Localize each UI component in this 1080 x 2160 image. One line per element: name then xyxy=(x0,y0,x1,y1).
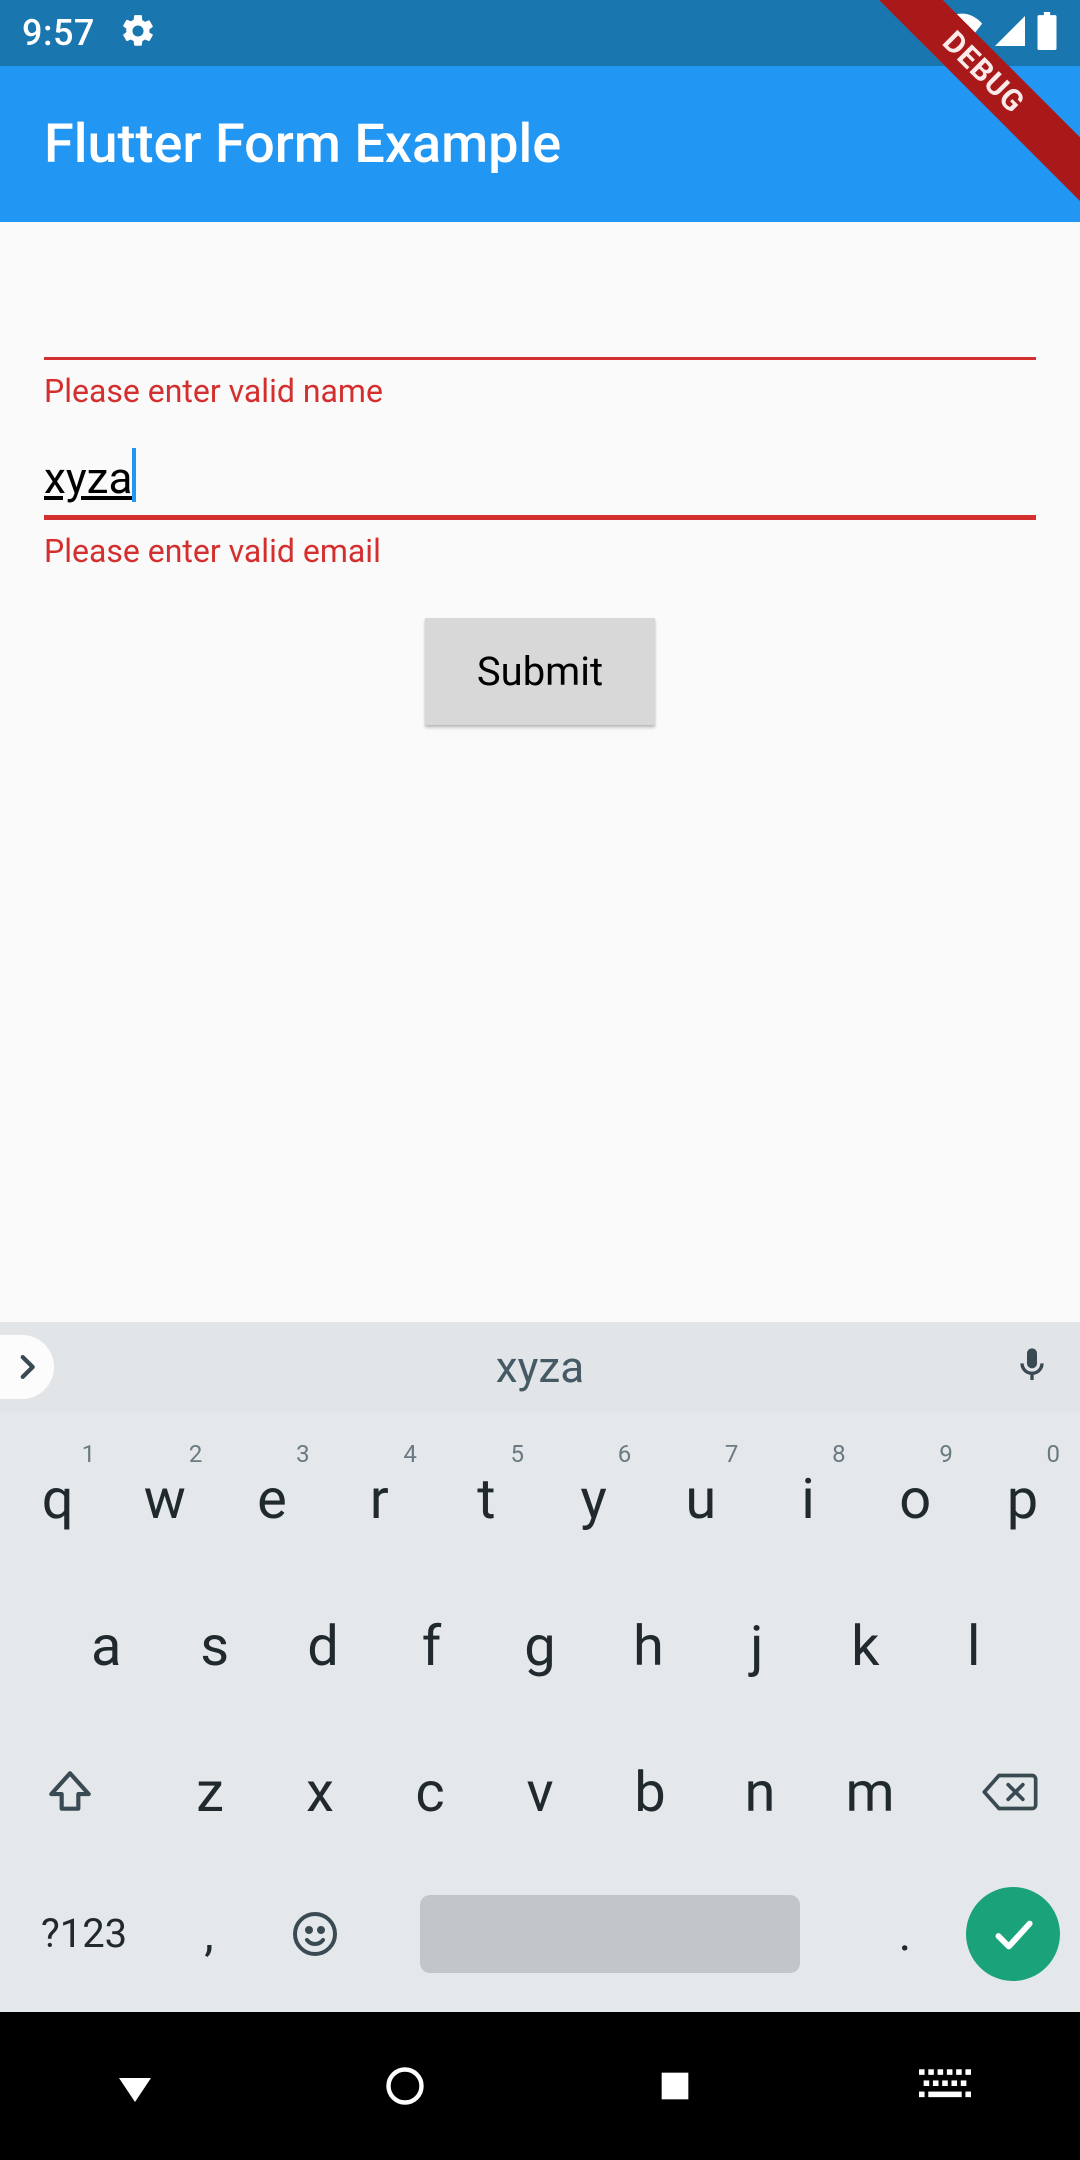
name-field[interactable] xyxy=(44,250,1036,360)
key-u[interactable]: u7 xyxy=(647,1438,754,1560)
app-bar: Flutter Form Example xyxy=(0,66,1080,222)
keyboard-expand-button[interactable] xyxy=(0,1335,54,1399)
key-f[interactable]: f xyxy=(377,1585,485,1707)
key-j[interactable]: j xyxy=(703,1585,811,1707)
android-nav-bar xyxy=(0,2012,1080,2160)
email-field-wrap: xyza Please enter valid email xyxy=(44,410,1036,570)
key-k[interactable]: k xyxy=(811,1585,919,1707)
nav-home-button[interactable] xyxy=(369,2050,441,2122)
form-content: Please enter valid name xyza Please ente… xyxy=(0,222,1080,1322)
key-t[interactable]: t5 xyxy=(433,1438,540,1560)
battery-icon xyxy=(1036,12,1058,54)
backspace-key[interactable] xyxy=(946,1731,1074,1853)
nav-keyboard-switch-button[interactable] xyxy=(909,2050,981,2122)
keyboard-row-3: zxcvbnm xyxy=(4,1731,1076,1853)
email-field[interactable]: xyza xyxy=(44,410,1036,520)
key-g[interactable]: g xyxy=(486,1585,594,1707)
name-underline xyxy=(44,357,1036,360)
comma-key[interactable]: , xyxy=(164,1878,254,1990)
cellular-icon xyxy=(992,13,1028,53)
symbols-key[interactable]: ?123 xyxy=(20,1878,148,1990)
key-z[interactable]: z xyxy=(156,1731,264,1853)
key-b[interactable]: b xyxy=(596,1731,704,1853)
settings-icon xyxy=(119,12,157,54)
key-x[interactable]: x xyxy=(266,1731,374,1853)
nav-recent-button[interactable] xyxy=(639,2050,711,2122)
key-q[interactable]: q1 xyxy=(4,1438,111,1560)
key-v[interactable]: v xyxy=(486,1731,594,1853)
key-o[interactable]: o9 xyxy=(862,1438,969,1560)
email-input-value[interactable]: xyza xyxy=(44,452,132,520)
key-i[interactable]: i8 xyxy=(754,1438,861,1560)
keyboard-row-4: ?123 , . xyxy=(4,1878,1076,1990)
app-title: Flutter Form Example xyxy=(44,113,561,176)
name-field-wrap: Please enter valid name xyxy=(44,250,1036,410)
key-e[interactable]: e3 xyxy=(218,1438,325,1560)
key-d[interactable]: d xyxy=(269,1585,377,1707)
shift-key[interactable] xyxy=(6,1731,134,1853)
key-l[interactable]: l xyxy=(920,1585,1028,1707)
key-a[interactable]: a xyxy=(52,1585,160,1707)
period-key[interactable]: . xyxy=(860,1878,950,1990)
key-n[interactable]: n xyxy=(706,1731,814,1853)
text-caret xyxy=(132,448,136,502)
enter-key[interactable] xyxy=(966,1887,1060,1981)
key-p[interactable]: p0 xyxy=(969,1438,1076,1560)
key-h[interactable]: h xyxy=(594,1585,702,1707)
name-error: Please enter valid name xyxy=(44,372,1036,410)
keyboard-row-2: asdfghjkl xyxy=(4,1585,1076,1707)
key-s[interactable]: s xyxy=(160,1585,268,1707)
space-key[interactable] xyxy=(420,1895,800,1973)
nav-back-button[interactable] xyxy=(99,2050,171,2122)
emoji-key[interactable] xyxy=(270,1878,360,1990)
name-input[interactable] xyxy=(44,283,1036,360)
key-m[interactable]: m xyxy=(816,1731,924,1853)
soft-keyboard: xyza q1w2e3r4t5y6u7i8o9p0 asdfghjkl zxcv… xyxy=(0,1322,1080,2012)
status-time: 9:57 xyxy=(22,12,95,54)
key-y[interactable]: y6 xyxy=(540,1438,647,1560)
keyboard-suggestion-word[interactable]: xyza xyxy=(496,1341,584,1393)
key-w[interactable]: w2 xyxy=(111,1438,218,1560)
submit-button[interactable]: Submit xyxy=(425,618,655,725)
wifi-icon xyxy=(940,12,984,54)
keyboard-row-1: q1w2e3r4t5y6u7i8o9p0 xyxy=(4,1438,1076,1560)
email-underline xyxy=(44,515,1036,520)
email-error: Please enter valid email xyxy=(44,532,1036,570)
key-c[interactable]: c xyxy=(376,1731,484,1853)
mic-icon[interactable] xyxy=(1012,1341,1052,1393)
keyboard-suggestion-bar: xyza xyxy=(0,1322,1080,1412)
status-bar: 9:57 xyxy=(0,0,1080,66)
key-r[interactable]: r4 xyxy=(326,1438,433,1560)
